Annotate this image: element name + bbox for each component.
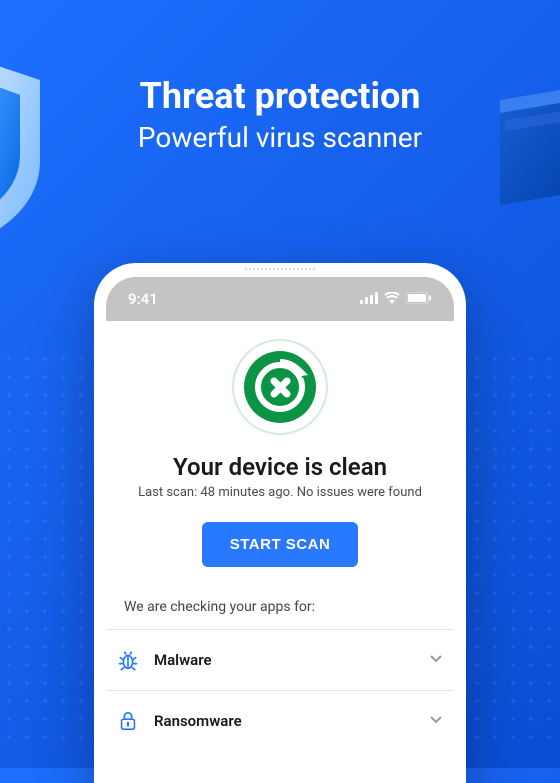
phone-speaker bbox=[245, 268, 315, 270]
status-bar: 9:41 bbox=[106, 277, 454, 321]
header-section: Threat protection Powerful virus scanner bbox=[0, 75, 560, 154]
phone-frame: 9:41 bbox=[94, 263, 466, 783]
bug-icon bbox=[116, 648, 140, 672]
chevron-down-icon bbox=[428, 711, 444, 731]
start-scan-button[interactable]: START SCAN bbox=[202, 522, 359, 567]
signal-icon bbox=[360, 290, 378, 308]
app-logo bbox=[232, 339, 328, 435]
checking-label: We are checking your apps for: bbox=[124, 599, 444, 615]
scan-item-label: Malware bbox=[154, 651, 212, 669]
battery-icon bbox=[406, 290, 432, 308]
page-subtitle: Powerful virus scanner bbox=[0, 121, 560, 154]
scan-item-label: Ransomware bbox=[154, 712, 242, 730]
scan-item-malware[interactable]: Malware bbox=[106, 629, 454, 690]
scan-status-title: Your device is clean bbox=[116, 453, 444, 481]
lock-icon bbox=[116, 709, 140, 733]
phone-content: Your device is clean Last scan: 48 minut… bbox=[94, 321, 466, 751]
page-title: Threat protection bbox=[0, 75, 560, 117]
scan-item-ransomware[interactable]: Ransomware bbox=[106, 690, 454, 751]
status-indicators bbox=[360, 290, 432, 308]
scanner-section: Your device is clean Last scan: 48 minut… bbox=[106, 339, 454, 615]
wifi-icon bbox=[384, 290, 400, 308]
chevron-down-icon bbox=[428, 650, 444, 670]
scan-status-subtitle: Last scan: 48 minutes ago. No issues wer… bbox=[116, 485, 444, 500]
status-time: 9:41 bbox=[128, 290, 158, 308]
